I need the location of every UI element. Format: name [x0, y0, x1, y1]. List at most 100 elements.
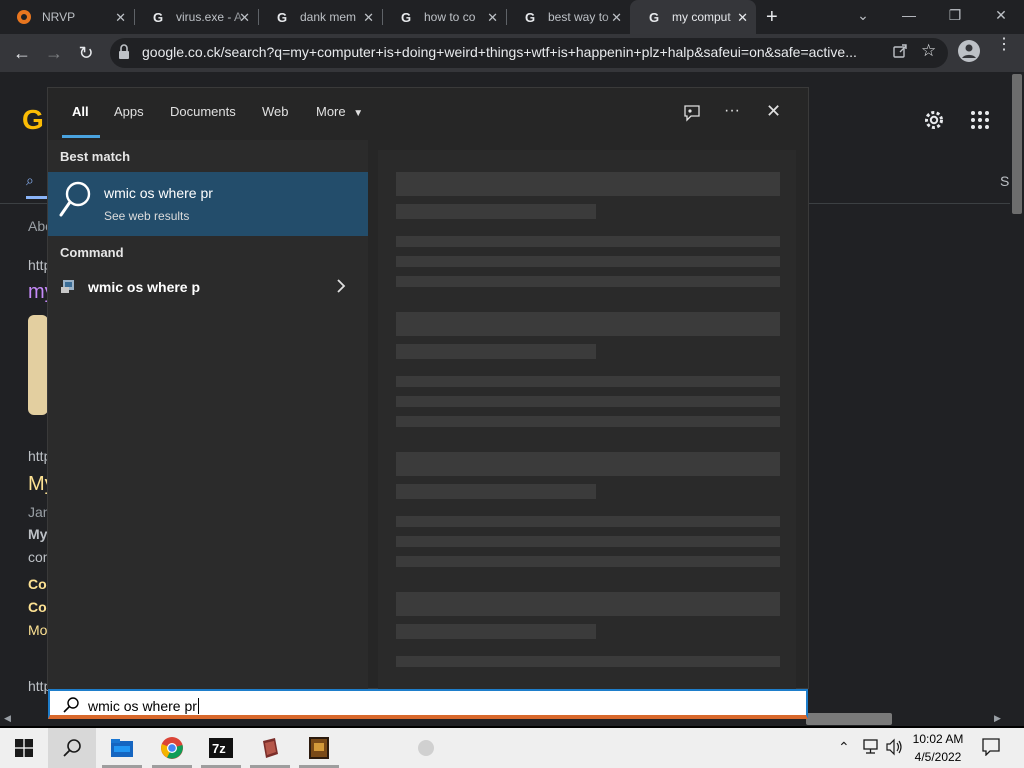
taskbar-clock[interactable]: 10:02 AM 4/5/2022 [908, 730, 968, 766]
skeleton-bar [396, 452, 780, 476]
settings-gear-icon[interactable] [922, 108, 946, 137]
command-item-label: wmic os where p [88, 279, 201, 295]
best-match-title: wmic os where pr [104, 185, 213, 201]
close-icon[interactable]: ✕ [239, 10, 250, 26]
more-options-icon[interactable]: ··· [724, 102, 740, 120]
tab-indicator [26, 196, 48, 199]
tab-title: NRVP [42, 10, 76, 24]
minimize-button[interactable]: — [886, 0, 932, 30]
result-thumbnail[interactable] [28, 315, 48, 415]
close-icon[interactable]: ✕ [363, 10, 374, 26]
skeleton-bar [396, 484, 596, 499]
volume-icon[interactable] [885, 738, 905, 761]
file-explorer-icon[interactable] [98, 728, 146, 768]
restore-button[interactable]: ❐ [932, 0, 978, 30]
share-icon[interactable] [892, 43, 908, 64]
tab-dank-memes[interactable]: G dank mem ✕ [258, 0, 382, 34]
skeleton-bar [396, 344, 596, 359]
clock-time: 10:02 AM [912, 732, 964, 746]
google-icon: G [524, 9, 536, 25]
skeleton-bar [396, 396, 780, 407]
notifications-icon[interactable] [982, 738, 1000, 761]
forward-button[interactable]: → [40, 40, 68, 66]
nrvp-icon [16, 9, 32, 25]
caret-down-icon: ▼ [353, 108, 364, 119]
tab-documents[interactable]: Documents [170, 104, 236, 124]
close-icon[interactable]: ✕ [611, 10, 622, 26]
close-icon[interactable]: ✕ [487, 10, 498, 26]
skeleton-bar [396, 656, 780, 667]
reload-button[interactable]: ↻ [72, 40, 100, 66]
scroll-left-icon[interactable]: ◀ [4, 713, 11, 724]
tab-more-label: More [316, 104, 346, 119]
menu-dots-icon[interactable]: ⋮ [996, 37, 1012, 53]
search-box[interactable]: wmic os where pr [48, 689, 808, 719]
search-tab-icon[interactable]: ⌕ [26, 172, 34, 189]
search-icon [62, 696, 80, 719]
tab-more[interactable]: More ▼ [316, 104, 363, 124]
network-icon[interactable] [862, 739, 880, 760]
skeleton-bar [396, 256, 780, 267]
svg-text:7z: 7z [212, 741, 226, 756]
chrome-icon[interactable] [148, 728, 196, 768]
web-search-icon [58, 180, 94, 223]
vertical-scroll-thumb[interactable] [1012, 74, 1022, 214]
new-tab-button[interactable]: + [766, 6, 778, 29]
tab-search-icon[interactable]: ⌄ [840, 0, 886, 30]
book-app-icon[interactable] [246, 728, 294, 768]
result-snippet: My [28, 526, 48, 542]
tools-tab[interactable]: S [1000, 173, 1009, 189]
scroll-right-icon[interactable]: ▶ [994, 713, 1001, 724]
tab-apps[interactable]: Apps [114, 104, 144, 124]
skeleton-bar [396, 172, 780, 196]
url-text[interactable]: google.co.ck/search?q=my+computer+is+doi… [142, 44, 882, 60]
feedback-icon[interactable] [682, 103, 702, 128]
faded-app-icon[interactable] [418, 740, 434, 756]
close-icon[interactable]: ✕ [737, 10, 748, 26]
google-icon: G [152, 9, 164, 25]
search-input[interactable]: wmic os where pr [88, 698, 199, 714]
tab-web[interactable]: Web [262, 104, 289, 124]
chevron-right-icon[interactable] [334, 278, 348, 299]
show-hidden-icons-icon[interactable]: ⌃ [838, 739, 850, 756]
best-match-subtitle: See web results [104, 209, 190, 223]
result-sublink[interactable]: Mo [28, 622, 47, 638]
clock-date: 4/5/2022 [914, 750, 962, 764]
google-logo[interactable]: G [22, 104, 44, 136]
lock-icon[interactable] [118, 44, 130, 65]
tab-best-way[interactable]: G best way to ✕ [506, 0, 630, 34]
tab-virus[interactable]: G virus.exe - A ✕ [134, 0, 258, 34]
skeleton-bar [396, 516, 780, 527]
tab-how-to[interactable]: G how to co ✕ [382, 0, 506, 34]
skeleton-bar [396, 204, 596, 219]
close-flyout-icon[interactable]: ✕ [766, 101, 781, 122]
close-window-button[interactable]: ✕ [978, 0, 1024, 30]
best-match-item[interactable] [48, 172, 368, 236]
7zip-icon[interactable]: 7z [197, 728, 245, 768]
best-match-heading: Best match [60, 149, 131, 164]
text-caret [197, 698, 199, 714]
bookmark-star-icon[interactable]: ☆ [921, 41, 936, 61]
skeleton-bar [396, 536, 780, 547]
google-icon: G [276, 9, 288, 25]
back-button[interactable]: ← [8, 40, 36, 66]
skeleton-bar [396, 236, 780, 247]
game-app-icon[interactable] [295, 728, 343, 768]
apps-grid-icon[interactable] [970, 110, 990, 135]
command-heading: Command [60, 245, 124, 260]
tab-nrvp[interactable]: NRVP ✕ [0, 0, 134, 34]
skeleton-bar [396, 416, 780, 427]
skeleton-bar [396, 312, 780, 336]
profile-avatar-icon[interactable] [958, 40, 980, 67]
skeleton-bar [396, 376, 780, 387]
skeleton-bar [396, 592, 780, 616]
horizontal-scroll-thumb[interactable] [806, 713, 892, 725]
skeleton-bar [396, 624, 596, 639]
google-icon: G [648, 9, 660, 25]
tab-all[interactable]: All [72, 104, 89, 124]
close-icon[interactable]: ✕ [115, 10, 126, 26]
google-icon: G [400, 9, 412, 25]
taskbar-search-icon[interactable] [48, 728, 96, 768]
tab-my-computer[interactable]: G my comput ✕ [630, 0, 756, 34]
windows-start-icon[interactable] [0, 728, 48, 768]
